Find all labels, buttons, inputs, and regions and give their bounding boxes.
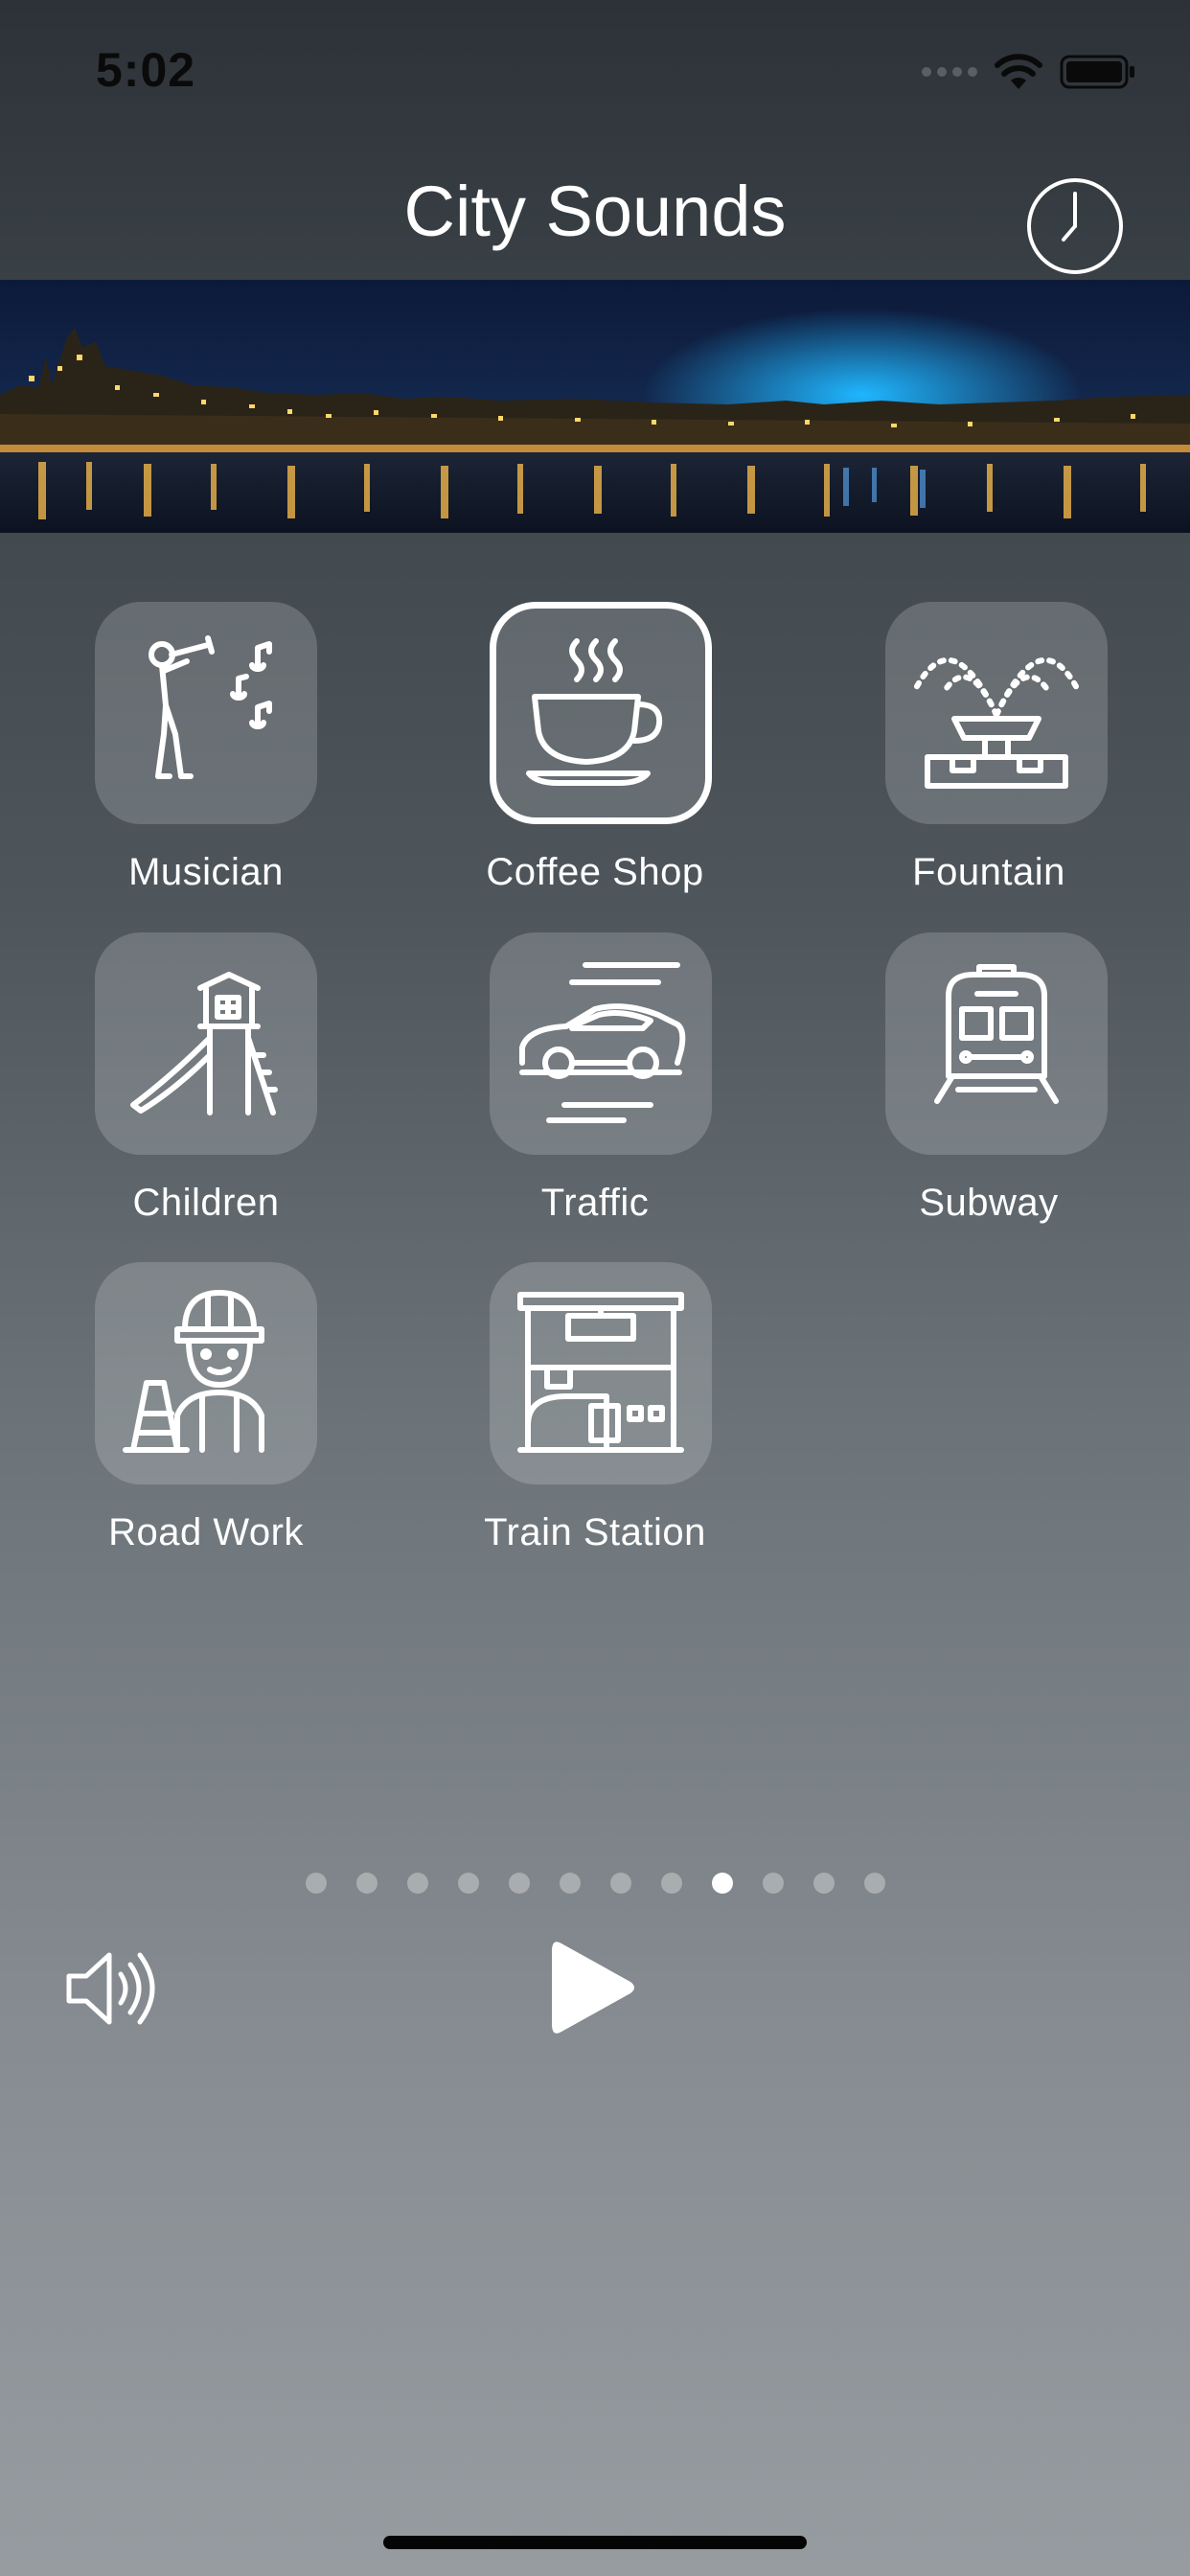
sound-label: Fountain bbox=[912, 851, 1065, 893]
status-time: 5:02 bbox=[96, 43, 196, 97]
play-button[interactable] bbox=[546, 1934, 642, 2041]
page-dot[interactable] bbox=[559, 1873, 581, 1894]
sound-tile-traffic[interactable] bbox=[490, 932, 712, 1155]
sound-label: Subway bbox=[919, 1182, 1059, 1224]
sound-tile-musician[interactable] bbox=[95, 602, 317, 824]
sound-tile-subway[interactable] bbox=[885, 932, 1108, 1155]
history-button[interactable] bbox=[1025, 176, 1125, 276]
sound-label: Children bbox=[132, 1182, 280, 1224]
city-banner-image bbox=[0, 280, 1190, 533]
sound-label: Coffee Shop bbox=[486, 851, 704, 893]
clock-icon bbox=[1027, 178, 1123, 274]
playground-slide-icon bbox=[130, 972, 278, 1116]
sound-label: Road Work bbox=[108, 1511, 304, 1553]
page-dot[interactable] bbox=[762, 1873, 784, 1894]
volume-button[interactable] bbox=[65, 1945, 171, 2032]
page-dot[interactable] bbox=[355, 1873, 378, 1894]
cellular-signal-icon bbox=[922, 67, 977, 77]
page-dot[interactable] bbox=[457, 1873, 479, 1894]
sound-tile-train-station[interactable] bbox=[490, 1262, 712, 1484]
app-screen: 5:02 City Sounds Musician Coffee Shop Fo… bbox=[0, 0, 1190, 2576]
page-dot[interactable] bbox=[812, 1873, 835, 1894]
app-title: City Sounds bbox=[403, 172, 787, 251]
page-dot[interactable] bbox=[863, 1873, 885, 1894]
subway-train-icon bbox=[934, 964, 1059, 1104]
wifi-icon bbox=[995, 54, 1042, 89]
fountain-icon bbox=[913, 657, 1080, 789]
train-station-icon bbox=[517, 1292, 684, 1453]
car-icon bbox=[519, 962, 686, 1123]
page-dot[interactable] bbox=[305, 1873, 327, 1894]
status-icons bbox=[922, 48, 1136, 96]
sound-tile-road-work[interactable] bbox=[95, 1262, 317, 1484]
page-dot[interactable] bbox=[609, 1873, 631, 1894]
sound-label: Train Station bbox=[484, 1511, 706, 1553]
sound-tile-children[interactable] bbox=[95, 932, 317, 1155]
sound-tile-coffee-shop[interactable] bbox=[490, 602, 712, 824]
page-dot-active[interactable] bbox=[711, 1873, 733, 1894]
construction-worker-icon bbox=[123, 1290, 264, 1453]
trumpet-player-icon bbox=[149, 635, 272, 779]
speaker-icon bbox=[66, 1952, 155, 2025]
sound-tile-fountain[interactable] bbox=[885, 602, 1108, 824]
sound-label: Musician bbox=[128, 851, 284, 893]
page-dot[interactable] bbox=[406, 1873, 428, 1894]
coffee-cup-icon bbox=[526, 638, 663, 786]
battery-icon bbox=[1060, 55, 1134, 89]
play-icon bbox=[552, 1942, 634, 2034]
home-indicator[interactable] bbox=[383, 2536, 807, 2549]
page-dot[interactable] bbox=[660, 1873, 682, 1894]
page-dot[interactable] bbox=[508, 1873, 530, 1894]
page-indicator[interactable] bbox=[0, 1873, 1190, 1894]
sound-label: Traffic bbox=[540, 1182, 650, 1224]
